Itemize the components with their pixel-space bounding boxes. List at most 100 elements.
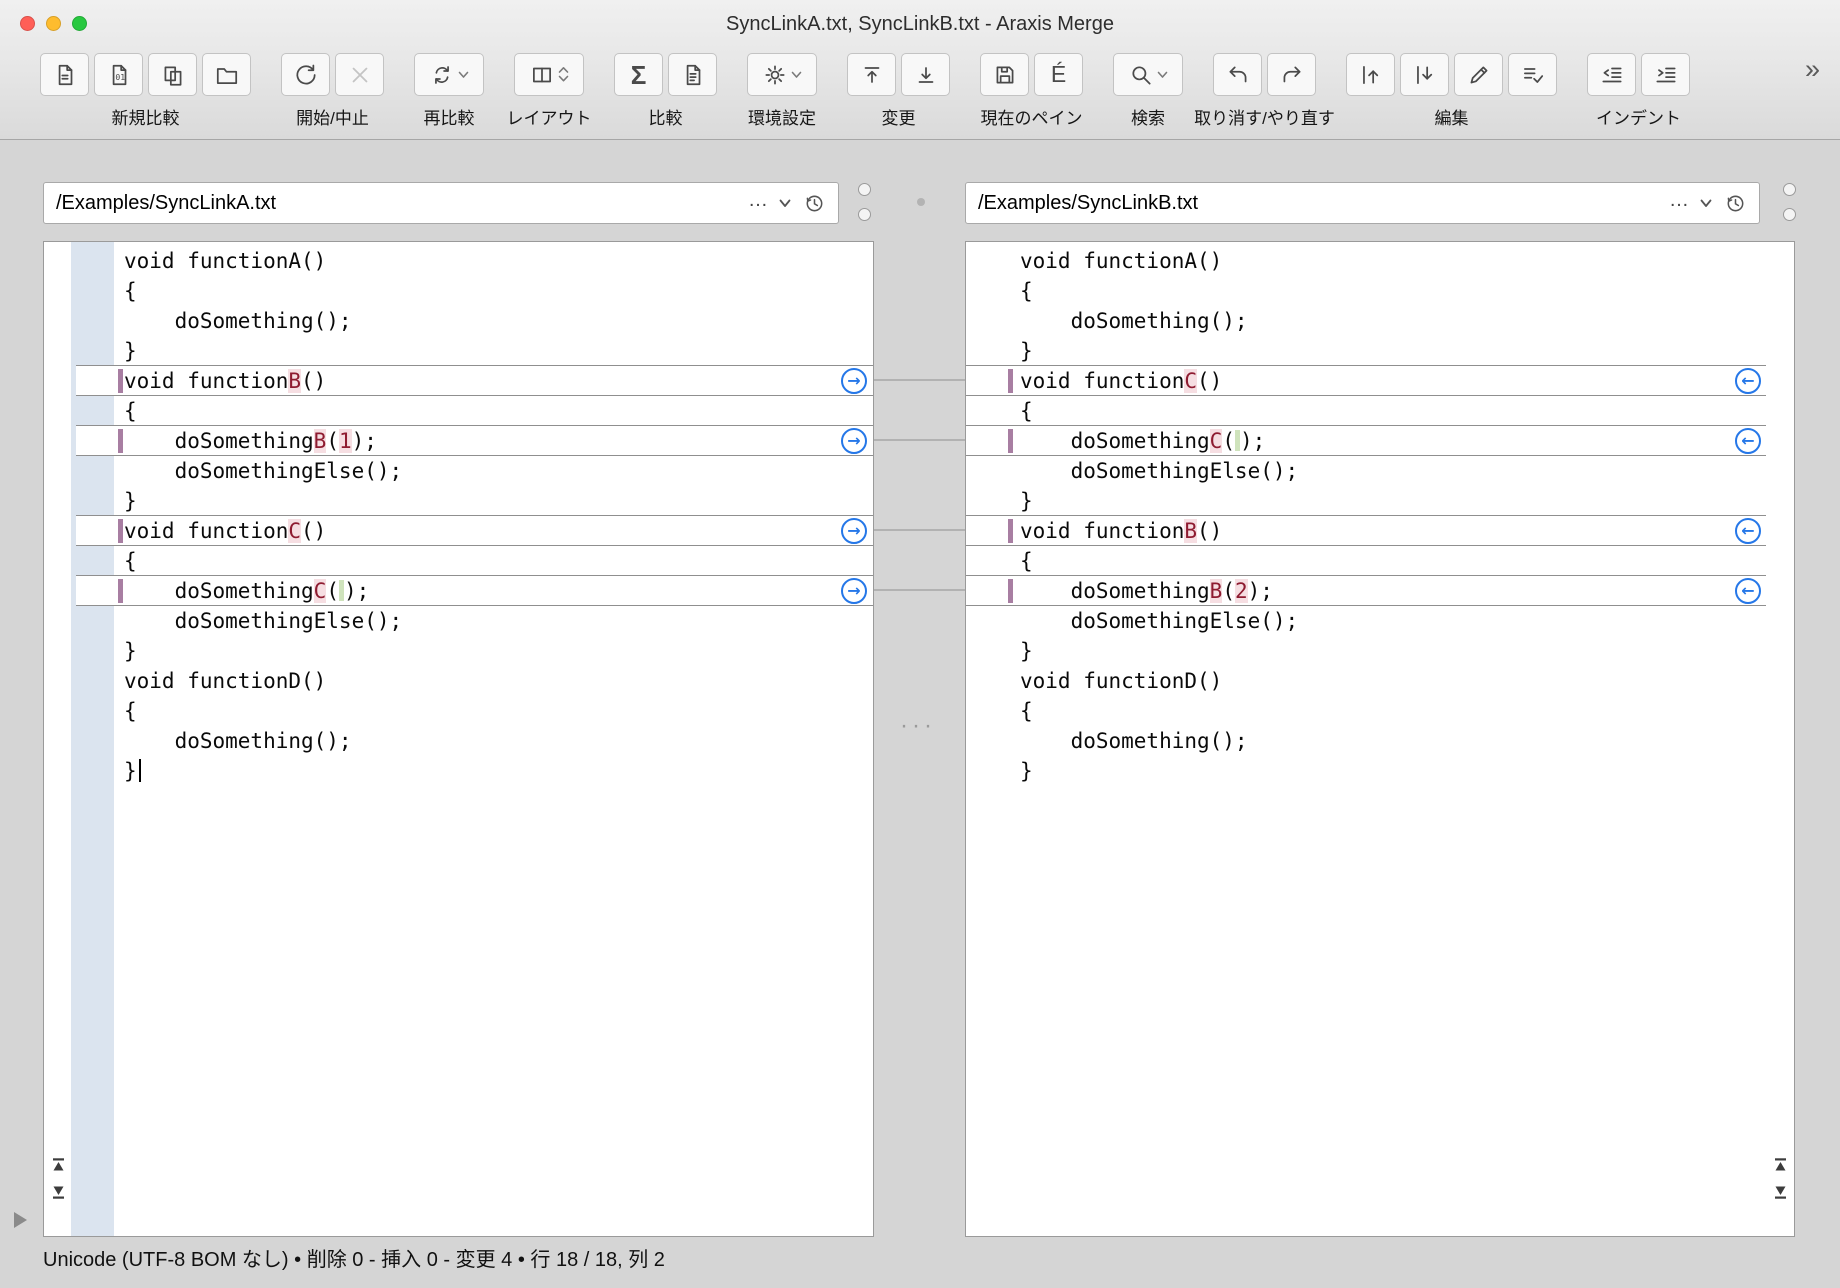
pane-link-toggle[interactable] xyxy=(1783,183,1796,196)
window-title: SyncLinkA.txt, SyncLinkB.txt - Araxis Me… xyxy=(0,0,1840,47)
new-binary-comparison-button[interactable]: 01 xyxy=(94,53,143,96)
code-line: void functionA() xyxy=(44,246,873,276)
code-line: { xyxy=(966,696,1794,726)
pane-link-toggle[interactable] xyxy=(858,208,871,221)
scroll-to-first-change-button[interactable] xyxy=(50,1157,66,1172)
redo-button[interactable] xyxy=(1267,53,1316,96)
history-icon[interactable] xyxy=(1724,192,1747,215)
code-line: doSomethingC(); xyxy=(44,576,873,606)
start-button[interactable] xyxy=(281,53,330,96)
scroll-to-first-change-button[interactable] xyxy=(1772,1157,1788,1172)
save-icon xyxy=(992,62,1018,88)
goto-line-down-icon xyxy=(1412,62,1438,88)
sigma-icon: Σ xyxy=(631,62,647,88)
search-icon xyxy=(1128,62,1154,88)
copy-change-to-left-button[interactable]: ← xyxy=(1735,428,1761,454)
toolbar-group: 再比較 xyxy=(414,53,484,96)
copy-change-to-right-button[interactable]: → xyxy=(841,428,867,454)
goto-line-up-button[interactable] xyxy=(1346,53,1395,96)
code-text: } xyxy=(1020,339,1033,363)
file-path-header-left[interactable]: /Examples/SyncLinkA.txt … xyxy=(43,182,839,224)
pane-link-toggle[interactable] xyxy=(1783,208,1796,221)
chevron-down-icon[interactable] xyxy=(779,199,791,208)
code-line: { xyxy=(44,276,873,306)
undo-icon xyxy=(1225,62,1251,88)
titlebar: SyncLinkA.txt, SyncLinkB.txt - Araxis Me… xyxy=(0,0,1840,47)
zoom-window-button[interactable] xyxy=(72,16,87,31)
changed-text: 1 xyxy=(339,429,352,453)
code-text: void function xyxy=(124,369,288,393)
code-line: void functionD() xyxy=(966,666,1794,696)
code-text: } xyxy=(1020,759,1033,783)
history-icon[interactable] xyxy=(803,192,826,215)
toolbar-overflow-button[interactable]: » xyxy=(1805,56,1820,83)
goto-line-down-button[interactable] xyxy=(1400,53,1449,96)
file-path-right[interactable]: /Examples/SyncLinkB.txt xyxy=(978,192,1661,215)
layout-button[interactable] xyxy=(514,53,584,96)
undo-button[interactable] xyxy=(1213,53,1262,96)
indent-button[interactable] xyxy=(1641,53,1690,96)
svg-text:01: 01 xyxy=(115,71,125,81)
stop-button[interactable] xyxy=(335,53,384,96)
pane-link-toggle[interactable] xyxy=(858,183,871,196)
edit-warning-button[interactable] xyxy=(1454,53,1503,96)
report-button[interactable] xyxy=(668,53,717,96)
encoding-button[interactable]: É xyxy=(1034,53,1083,96)
changed-text: C xyxy=(1184,369,1197,393)
left-code-pane[interactable]: void functionA(){ doSomething();}→void f… xyxy=(43,241,874,1237)
file-path-left[interactable]: /Examples/SyncLinkA.txt xyxy=(56,192,740,215)
file-path-header-right[interactable]: /Examples/SyncLinkB.txt … xyxy=(965,182,1760,224)
outdent-button[interactable] xyxy=(1587,53,1636,96)
copy-change-to-left-button[interactable]: ← xyxy=(1735,518,1761,544)
path-options-button[interactable]: … xyxy=(748,189,769,212)
copy-change-to-right-button[interactable]: → xyxy=(841,578,867,604)
toolbar-group: Σ比較 xyxy=(614,53,717,96)
first-change-button[interactable] xyxy=(847,53,896,96)
close-window-button[interactable] xyxy=(20,16,35,31)
copy-change-to-right-button[interactable]: → xyxy=(841,368,867,394)
code-line: doSomethingC(); xyxy=(966,426,1794,456)
copy-change-to-left-button[interactable]: ← xyxy=(1735,578,1761,604)
code-line: doSomething(); xyxy=(966,726,1794,756)
last-change-icon xyxy=(913,62,939,88)
toolbar-group-label: 変更 xyxy=(882,104,916,129)
path-options-button[interactable]: … xyxy=(1669,189,1690,212)
header-link-dot[interactable] xyxy=(917,198,925,206)
sigma-button[interactable]: Σ xyxy=(614,53,663,96)
scroll-to-last-change-button[interactable] xyxy=(1772,1185,1788,1200)
code-text: } xyxy=(124,639,137,663)
search-button[interactable] xyxy=(1113,53,1183,96)
code-text: } xyxy=(124,759,137,783)
code-line: { xyxy=(966,276,1794,306)
code-line: } xyxy=(44,336,873,366)
code-line: doSomething(); xyxy=(44,726,873,756)
chevron-down-icon[interactable] xyxy=(1700,199,1712,208)
first-change-icon xyxy=(859,62,885,88)
copy-change-to-left-button[interactable]: ← xyxy=(1735,368,1761,394)
last-change-button[interactable] xyxy=(901,53,950,96)
stop-icon xyxy=(347,62,373,88)
recompare-button[interactable] xyxy=(414,53,484,96)
diff-link-line xyxy=(872,439,965,441)
gear-button[interactable] xyxy=(747,53,817,96)
new-folder-comparison-button[interactable] xyxy=(202,53,251,96)
code-text: void functionD() xyxy=(124,669,326,693)
new-text-comparison-icon xyxy=(52,62,78,88)
code-text: doSomething(); xyxy=(1020,729,1248,753)
splitter-expand-arrow[interactable] xyxy=(14,1212,27,1228)
accept-lines-button[interactable] xyxy=(1508,53,1557,96)
right-code-pane[interactable]: void functionA(){ doSomething();}←void f… xyxy=(965,241,1795,1237)
toolbar-group: 検索 xyxy=(1113,53,1183,96)
code-line: doSomething(); xyxy=(966,306,1794,336)
code-text: () xyxy=(1197,369,1222,393)
new-text-comparison-button[interactable] xyxy=(40,53,89,96)
link-ellipsis: ··· xyxy=(893,714,943,738)
code-line: void functionC() xyxy=(966,366,1794,396)
save-button[interactable] xyxy=(980,53,1029,96)
minimize-window-button[interactable] xyxy=(46,16,61,31)
code-text: { xyxy=(124,399,137,423)
scroll-to-last-change-button[interactable] xyxy=(50,1185,66,1200)
copy-change-to-right-button[interactable]: → xyxy=(841,518,867,544)
code-text: doSomethingElse(); xyxy=(1020,609,1298,633)
new-image-comparison-button[interactable] xyxy=(148,53,197,96)
